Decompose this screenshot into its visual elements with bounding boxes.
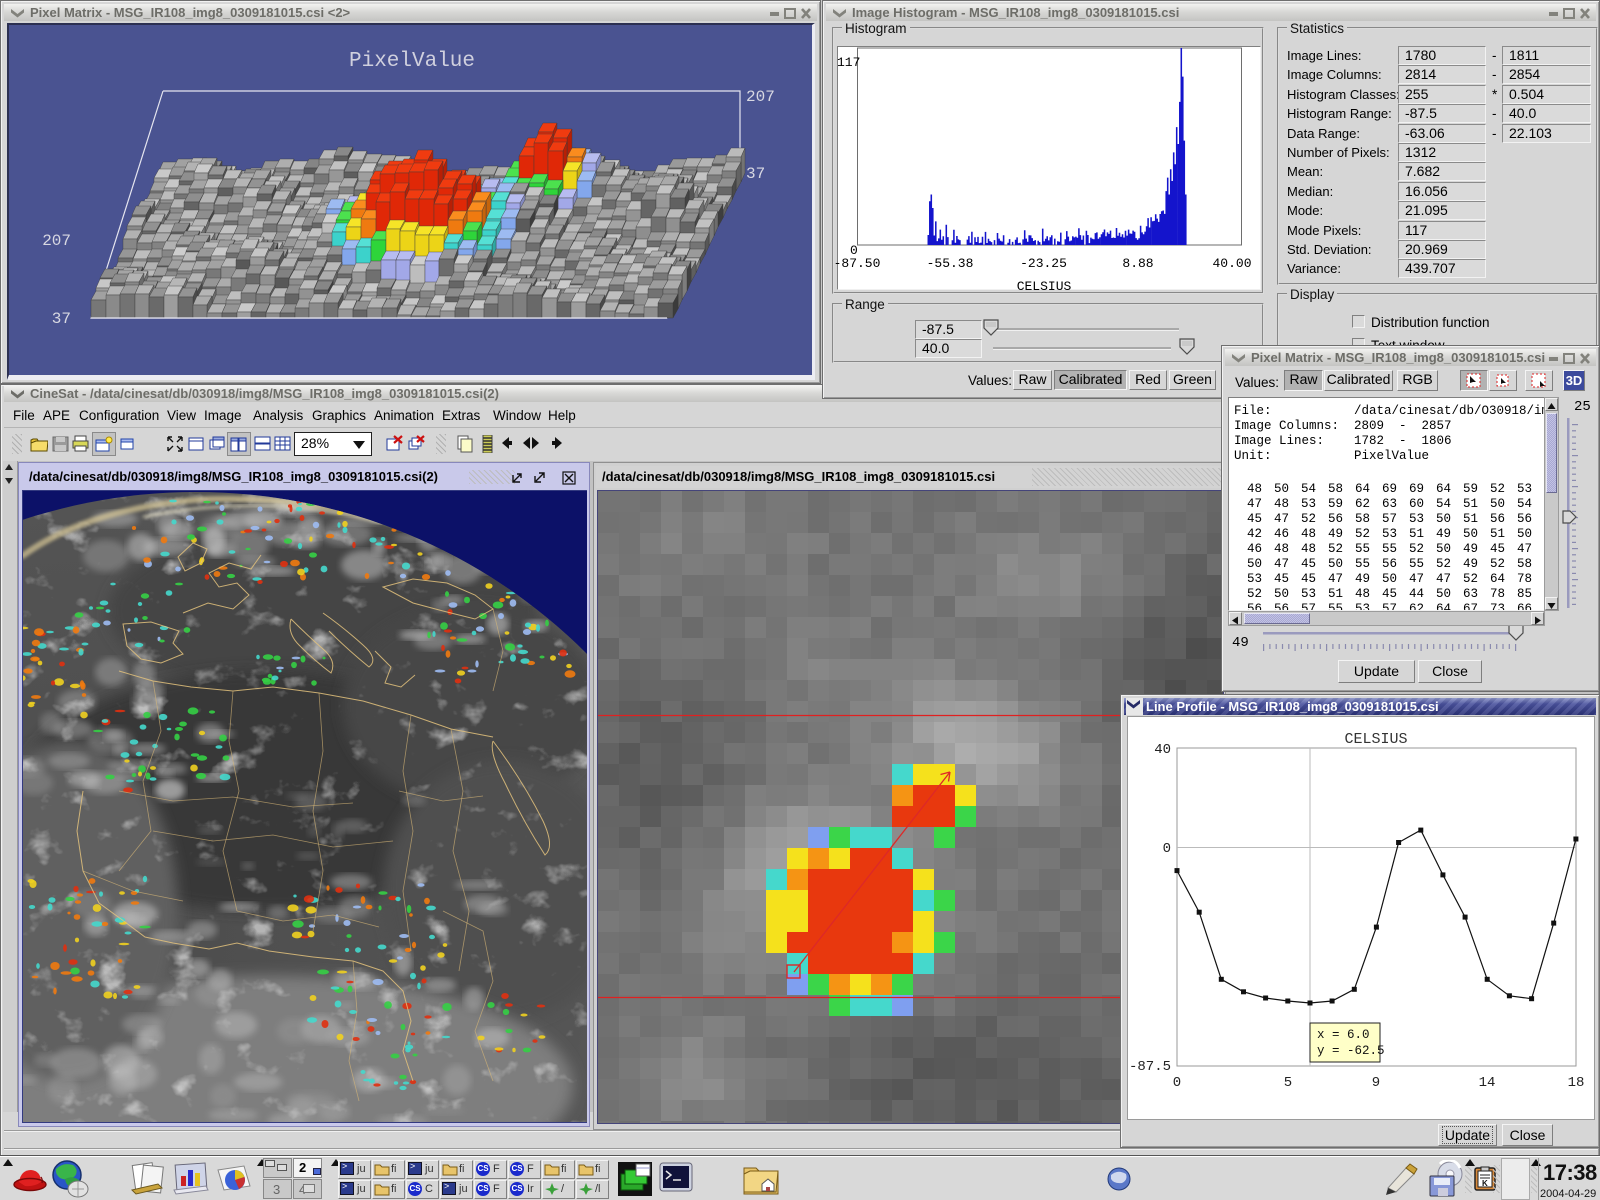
svg-text:207: 207 — [746, 88, 775, 106]
svg-text:K: K — [1482, 1179, 1488, 1188]
svg-text:x = 6.0: x = 6.0 — [1317, 1028, 1370, 1042]
svg-text:0: 0 — [1173, 1075, 1181, 1091]
svg-text:CELSIUS: CELSIUS — [1344, 731, 1407, 748]
svg-text:5: 5 — [1284, 1075, 1292, 1091]
svg-text:40: 40 — [1154, 742, 1171, 758]
svg-text:-87.5: -87.5 — [1129, 1059, 1171, 1075]
svg-text:9: 9 — [1372, 1075, 1380, 1091]
svg-text:PixelValue: PixelValue — [349, 50, 475, 73]
svg-text:0: 0 — [1163, 841, 1171, 857]
svg-text:18: 18 — [1568, 1075, 1585, 1091]
svg-text:207: 207 — [42, 232, 71, 250]
svg-text:37: 37 — [52, 310, 71, 328]
svg-text:37: 37 — [746, 165, 765, 183]
svg-text:14: 14 — [1479, 1075, 1496, 1091]
svg-text:y = -62.5: y = -62.5 — [1317, 1044, 1385, 1058]
